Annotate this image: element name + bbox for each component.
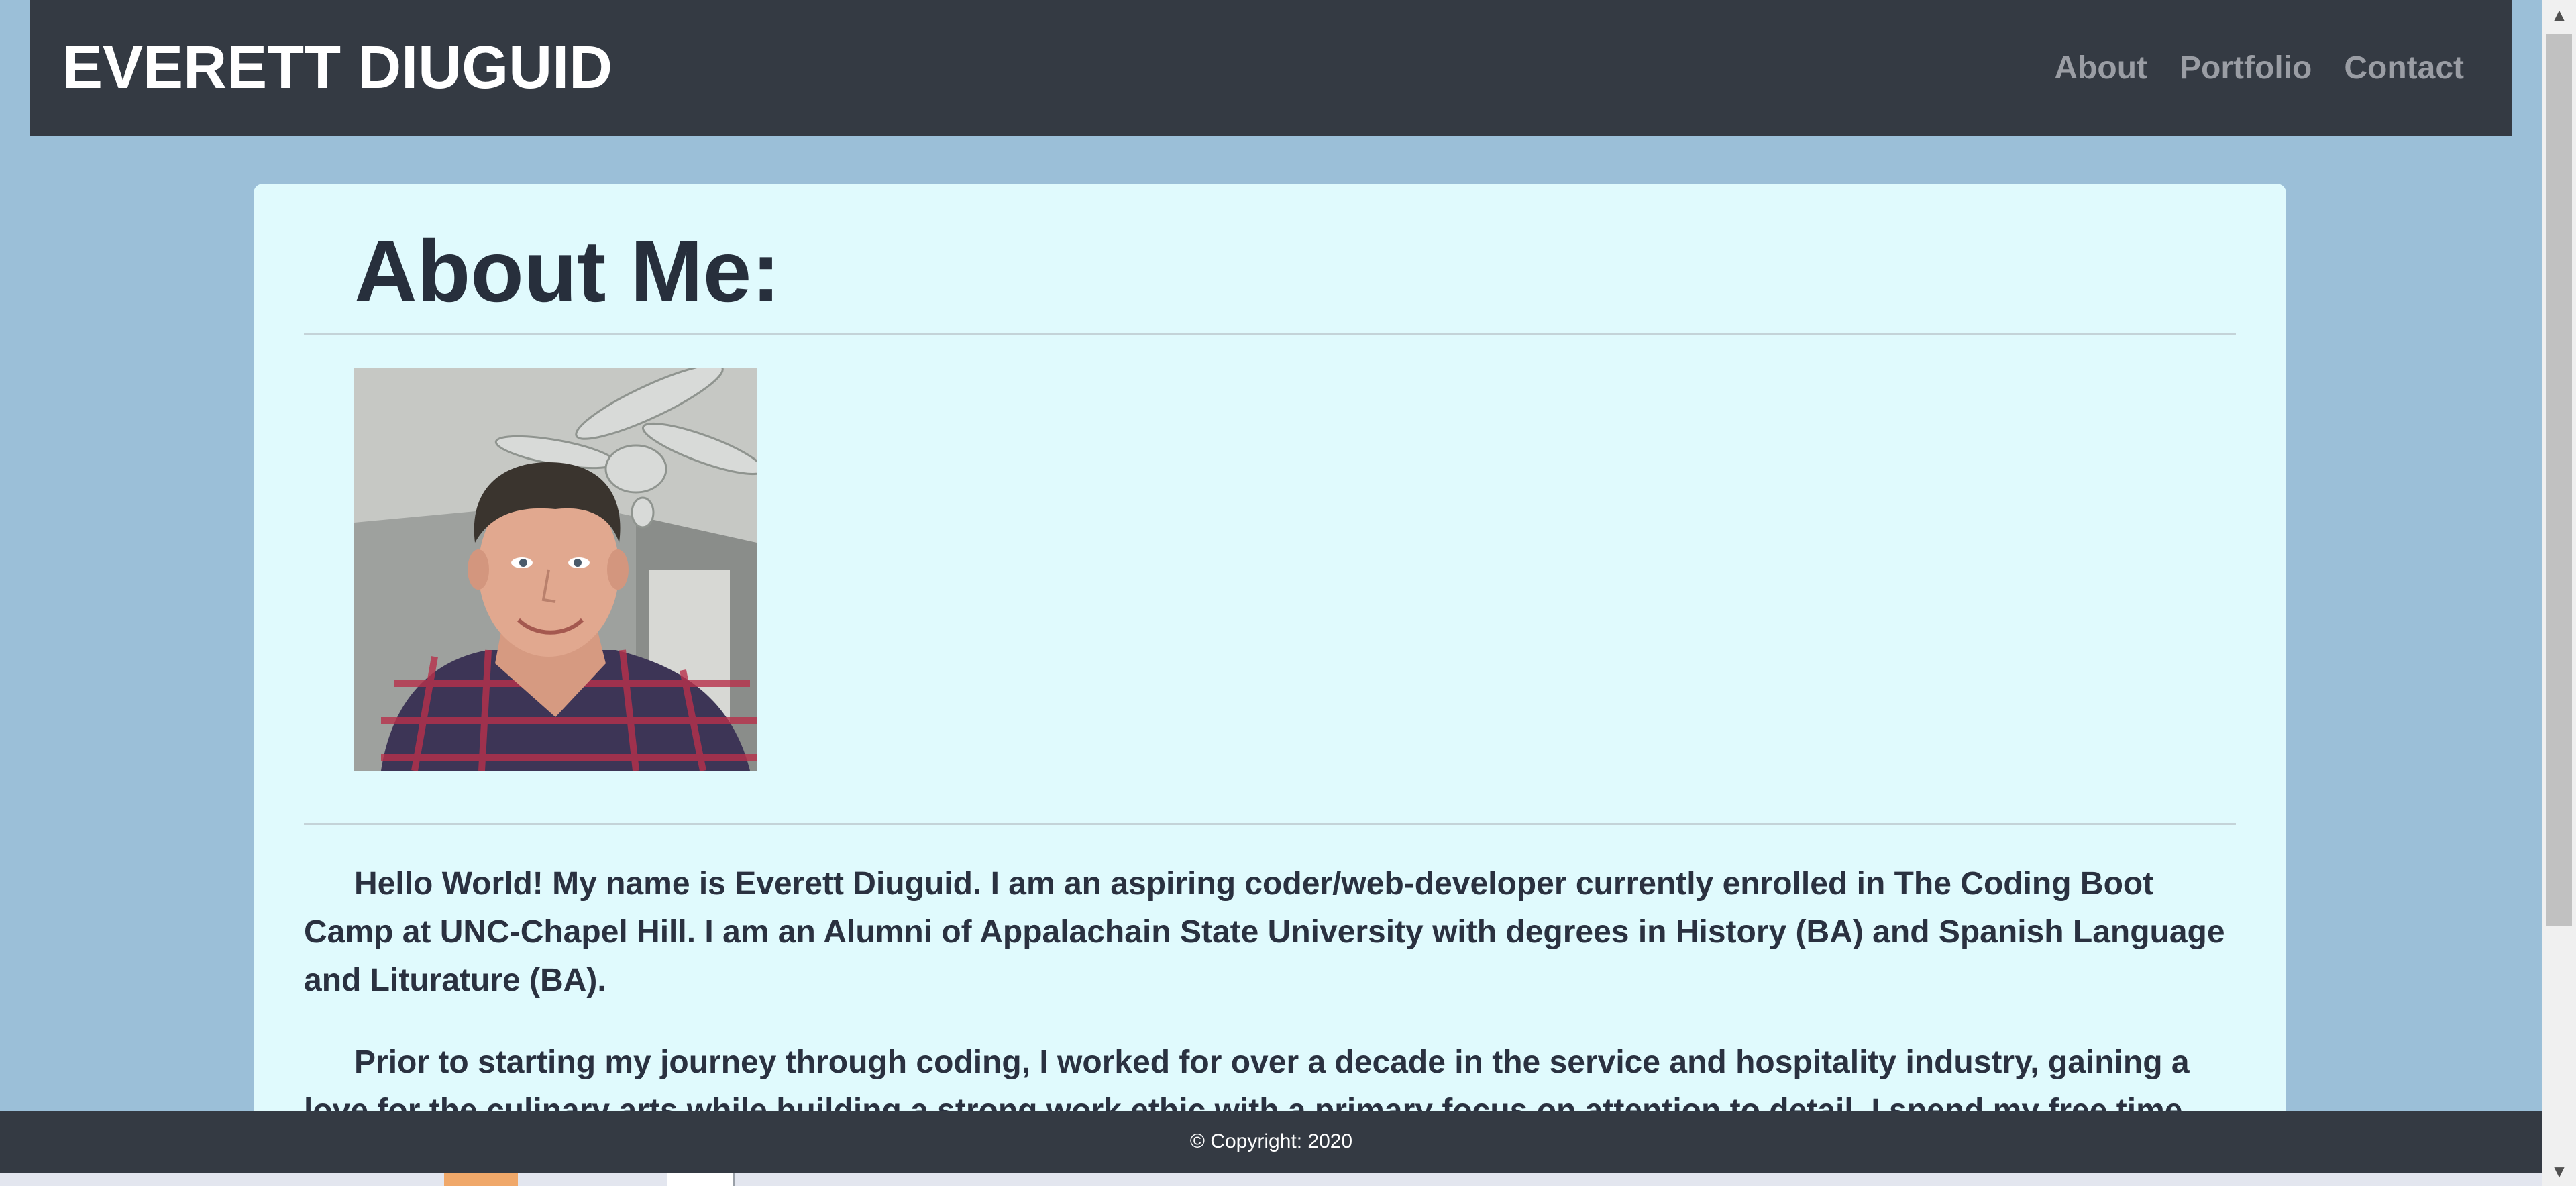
navbar: EVERETT DIUGUID About Portfolio Contact: [30, 0, 2512, 136]
photo-container: [304, 335, 2236, 823]
profile-photo-image: [354, 368, 757, 771]
vertical-scrollbar[interactable]: ▲ ▼: [2542, 0, 2576, 1186]
brand-title[interactable]: EVERETT DIUGUID: [62, 34, 612, 103]
page-viewport: EVERETT DIUGUID About Portfolio Contact …: [0, 0, 2542, 1186]
scroll-down-arrow-icon[interactable]: ▼: [2542, 1156, 2576, 1186]
bottom-strip: [0, 1173, 2542, 1186]
bottom-strip-tab: [667, 1173, 735, 1186]
bottom-strip-accent: [444, 1173, 518, 1186]
scroll-up-arrow-icon[interactable]: ▲: [2542, 0, 2576, 30]
profile-photo: [354, 368, 757, 771]
nav-link-contact[interactable]: Contact: [2344, 50, 2464, 87]
nav-link-about[interactable]: About: [2054, 50, 2147, 87]
about-card: About Me: Hello World! My name is Everet…: [254, 184, 2286, 1186]
scroll-thumb[interactable]: [2546, 34, 2572, 926]
page-title: About Me:: [354, 222, 781, 320]
footer: © Copyright: 2020: [0, 1111, 2542, 1173]
bio-section: Hello World! My name is Everett Diuguid.…: [304, 825, 2236, 1135]
bio-paragraph: Hello World! My name is Everett Diuguid.…: [304, 866, 2225, 998]
nav-link-portfolio[interactable]: Portfolio: [2180, 50, 2312, 87]
copyright-text: © Copyright: 2020: [1189, 1130, 1353, 1152]
nav-menu: About Portfolio Contact: [2054, 50, 2464, 87]
